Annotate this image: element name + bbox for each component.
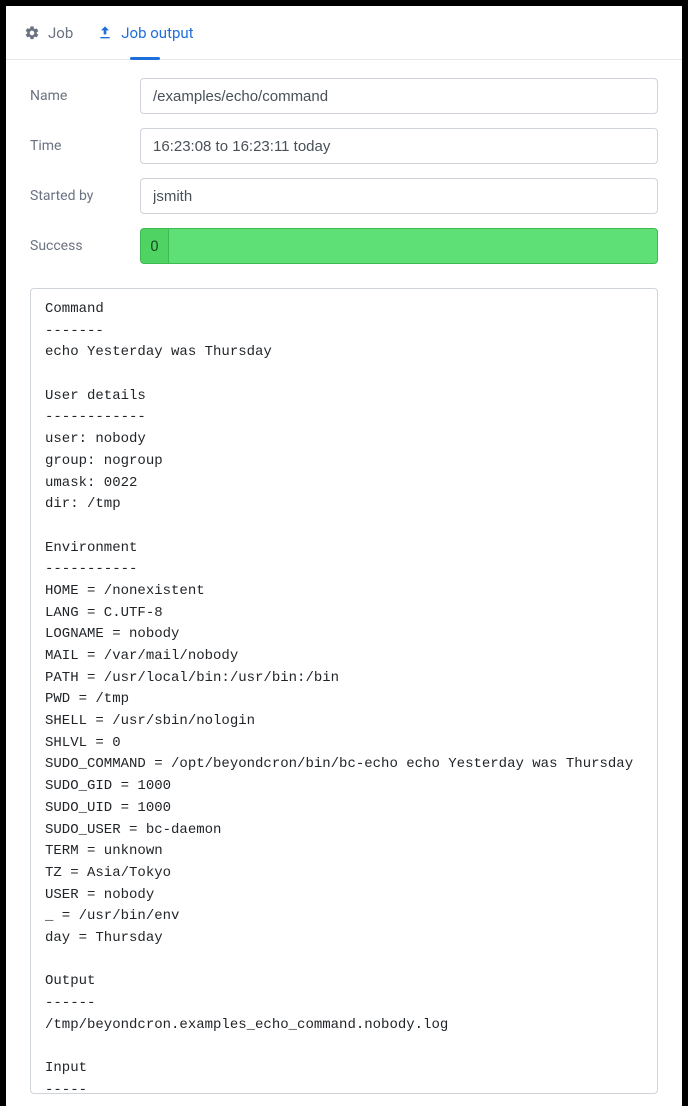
upload-icon: [97, 25, 113, 41]
tab-job-output-label: Job output: [121, 24, 193, 42]
details-form: Name Time Started by Success 0: [6, 60, 682, 288]
started-by-label: Started by: [30, 188, 140, 204]
job-output-text[interactable]: Command ------- echo Yesterday was Thurs…: [30, 288, 658, 1094]
gear-icon: [24, 25, 40, 41]
row-started-by: Started by: [30, 178, 658, 214]
success-label: Success: [30, 238, 140, 254]
tab-job-output[interactable]: Job output: [97, 6, 193, 59]
success-bar: [168, 228, 658, 264]
started-by-field[interactable]: [140, 178, 658, 214]
row-success: Success 0: [30, 228, 658, 264]
success-indicator: 0: [140, 228, 658, 264]
name-field[interactable]: [140, 78, 658, 114]
success-exit-code: 0: [140, 228, 168, 264]
tab-job[interactable]: Job: [24, 6, 73, 59]
tab-bar: Job Job output: [6, 6, 682, 60]
row-time: Time: [30, 128, 658, 164]
time-label: Time: [30, 138, 140, 154]
row-name: Name: [30, 78, 658, 114]
app-window: Job Job output Name Time Started by: [6, 6, 682, 1106]
name-label: Name: [30, 88, 140, 104]
time-field[interactable]: [140, 128, 658, 164]
tab-job-label: Job: [48, 24, 73, 42]
